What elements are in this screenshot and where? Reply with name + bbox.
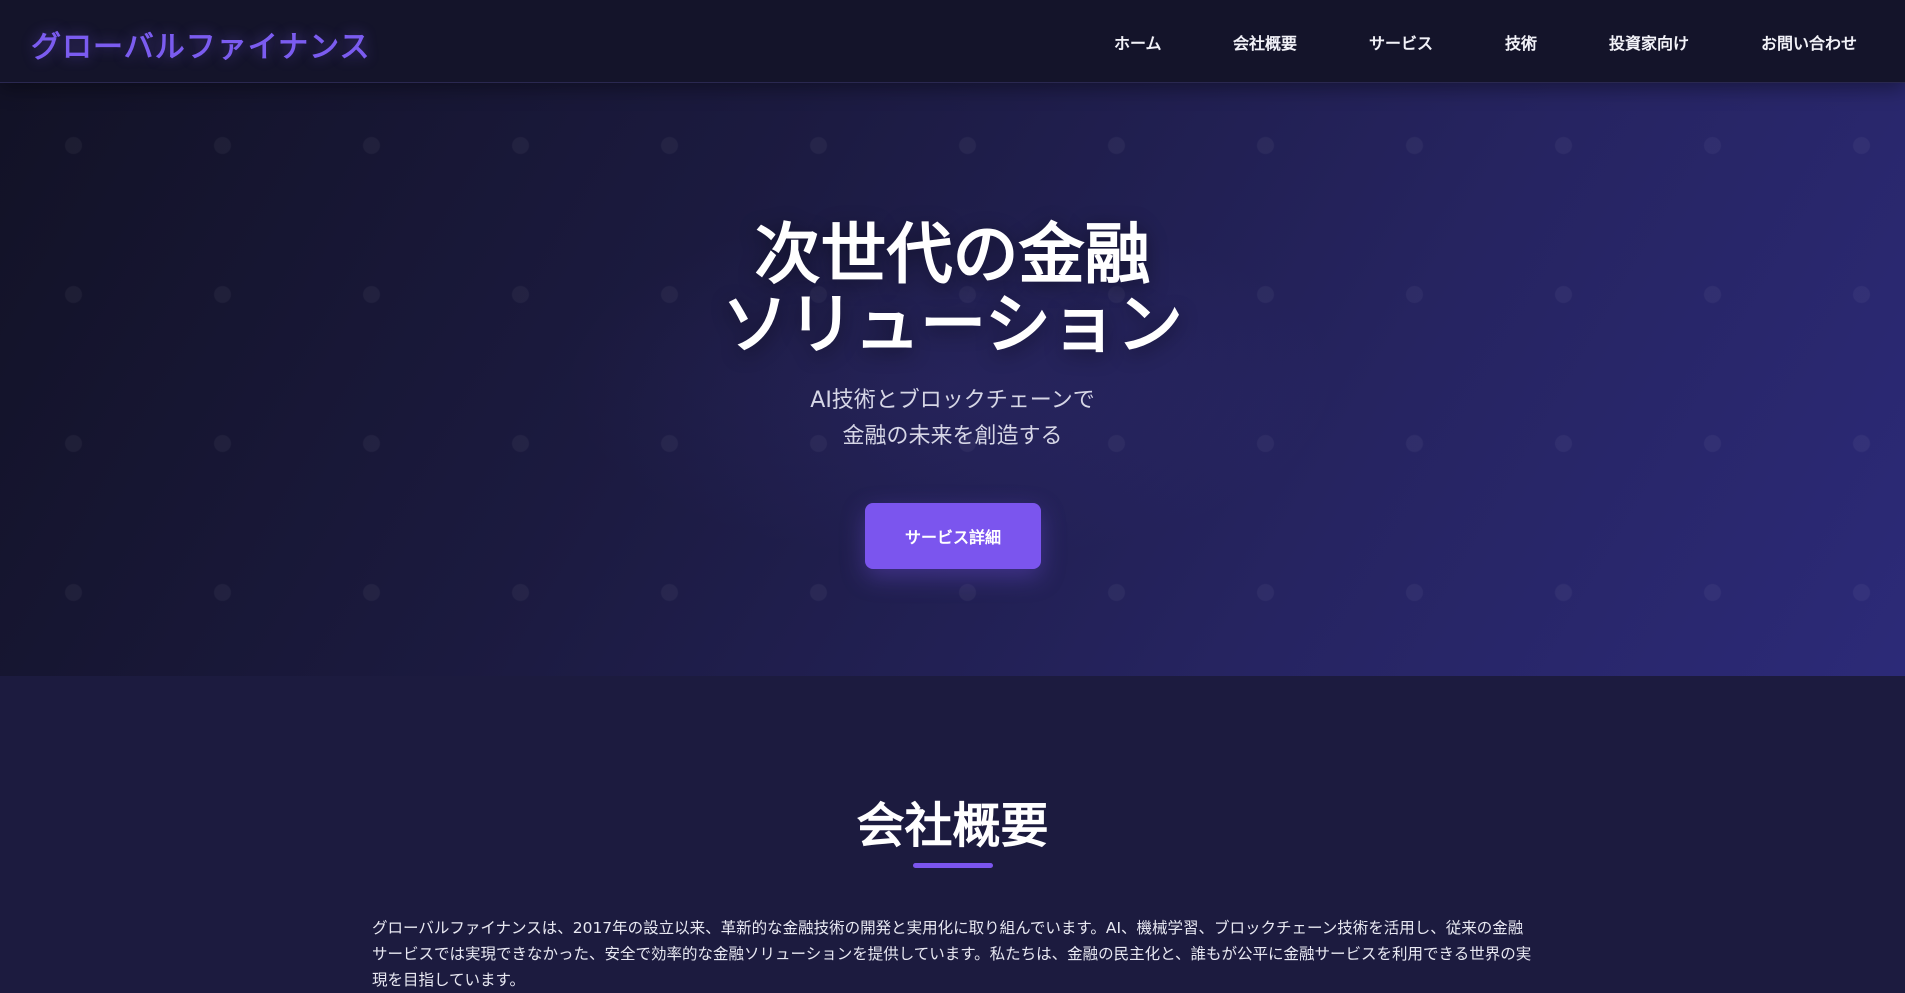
nav-item-about[interactable]: 会社概要 — [1233, 30, 1297, 54]
hero-title-line2: ソリューション — [722, 286, 1183, 363]
top-navbar: グローバルファイナンス ホーム 会社概要 サービス 技術 投資家向け お問い合わ… — [0, 0, 1905, 83]
hero-title: 次世代の金融 ソリューション — [0, 220, 1905, 360]
hero-subtitle-line2: 金融の未来を創造する — [842, 424, 1063, 449]
service-details-button[interactable]: サービス詳細 — [865, 503, 1041, 569]
about-description: グローバルファイナンスは、2017年の設立以来、革新的な金融技術の開発と実用化に… — [372, 919, 1532, 989]
hero-subtitle-line1: AI技術とブロックチェーンで — [810, 388, 1095, 413]
hero-section: 次世代の金融 ソリューション AI技術とブロックチェーンで 金融の未来を創造する… — [0, 83, 1905, 676]
hero-title-line1: 次世代の金融 — [754, 216, 1151, 293]
nav-item-contact[interactable]: お問い合わせ — [1761, 30, 1857, 54]
brand-logo[interactable]: グローバルファイナンス — [31, 22, 371, 66]
about-title-underline — [913, 863, 993, 868]
about-title: 会社概要 — [856, 798, 1049, 854]
nav-item-home[interactable]: ホーム — [1114, 30, 1162, 54]
nav-item-technology[interactable]: 技術 — [1505, 30, 1537, 54]
nav-item-services[interactable]: サービス — [1369, 30, 1433, 54]
nav-item-investors[interactable]: 投資家向け — [1609, 30, 1689, 54]
hero-subtitle: AI技術とブロックチェーンで 金融の未来を創造する — [0, 383, 1905, 455]
about-section: 会社概要 グローバルファイナンスは、2017年の設立以来、革新的な金融技術の開発… — [0, 676, 1905, 991]
